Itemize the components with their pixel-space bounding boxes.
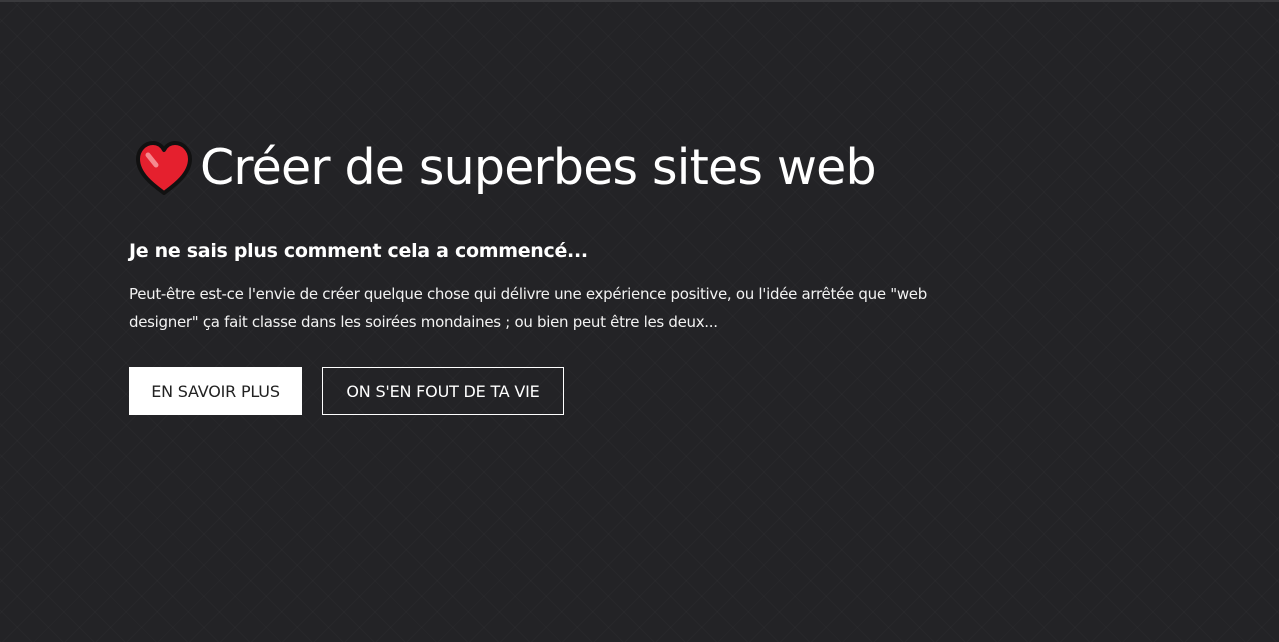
heart-icon bbox=[136, 141, 192, 195]
page-title: Créer de superbes sites web bbox=[200, 139, 877, 196]
hero-subtitle: Je ne sais plus comment cela a commencé.… bbox=[129, 240, 588, 262]
hero-description: Peut-être est-ce l'envie de créer quelqu… bbox=[129, 285, 927, 331]
headline: Créer de superbes sites web bbox=[129, 136, 929, 200]
top-border bbox=[0, 0, 1279, 2]
dismiss-button[interactable]: ON S'EN FOUT DE TA VIE bbox=[322, 367, 564, 415]
hero-section: Créer de superbes sites web Je ne sais p… bbox=[129, 136, 929, 415]
learn-more-button[interactable]: EN SAVOIR PLUS bbox=[129, 367, 302, 415]
hero-buttons: EN SAVOIR PLUS ON S'EN FOUT DE TA VIE bbox=[129, 367, 564, 415]
